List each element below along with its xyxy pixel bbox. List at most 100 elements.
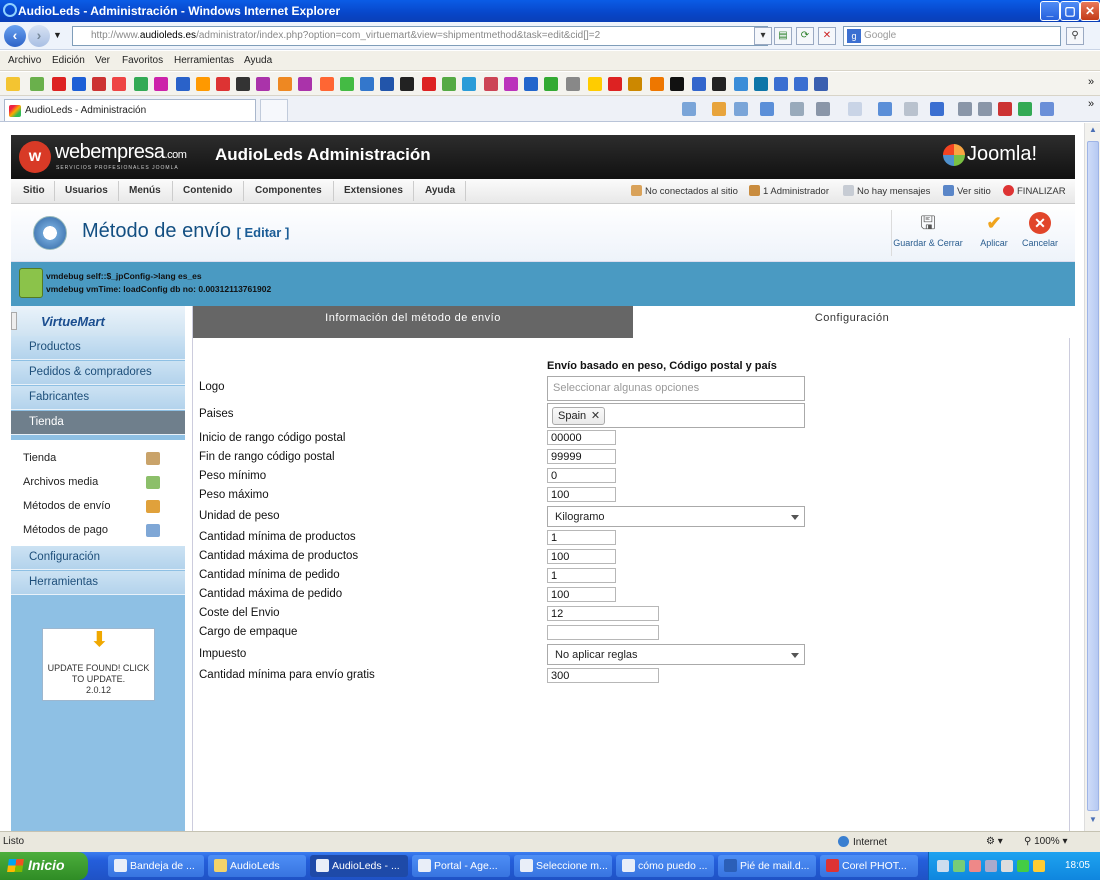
sidebar-item-pedidos[interactable]: Pedidos & compradores [11, 361, 185, 385]
toolbar-icon[interactable] [1018, 102, 1032, 116]
save-close-button[interactable]: 🖫 Guardar & Cerrar [893, 212, 963, 248]
url-dropdown-icon[interactable]: ▾ [754, 27, 772, 45]
favorites-star-icon[interactable] [6, 77, 20, 91]
search-input[interactable]: g Google [843, 26, 1061, 46]
weight-max-input[interactable] [547, 487, 616, 502]
collapse-sidebar-handle[interactable] [11, 312, 17, 330]
bookmark-icon[interactable] [650, 77, 664, 91]
tab-audioleds[interactable]: AudioLeds - Administración [4, 99, 256, 121]
tray-icon[interactable] [1001, 860, 1013, 872]
tray-icon[interactable] [953, 860, 965, 872]
bookmark-icon[interactable] [524, 77, 538, 91]
remove-chip-icon[interactable]: ✕ [591, 409, 600, 422]
maximize-button[interactable]: ▢ [1060, 1, 1080, 21]
start-button[interactable]: Inicio [0, 852, 88, 880]
toolbar-icon[interactable] [1040, 102, 1054, 116]
menu-ayuda[interactable]: Ayuda [425, 185, 455, 196]
bookmark-icon[interactable] [754, 77, 768, 91]
sidebar-item-fabricantes[interactable]: Fabricantes [11, 386, 185, 410]
menu-sitio[interactable]: Sitio [23, 185, 45, 196]
tab-informacion[interactable]: Información del método de envío [193, 306, 633, 338]
page-icon[interactable] [848, 102, 862, 116]
tray-icon[interactable] [1033, 860, 1045, 872]
bookmark-icon[interactable] [774, 77, 788, 91]
bookmark-icon[interactable] [154, 77, 168, 91]
history-dropdown-icon[interactable]: ▼ [53, 30, 62, 40]
bookmark-icon[interactable] [566, 77, 580, 91]
zip-end-input[interactable] [547, 449, 616, 464]
bookmark-icon[interactable] [400, 77, 414, 91]
bookmark-icon[interactable] [176, 77, 190, 91]
logo-select[interactable]: Seleccionar algunas opciones [547, 376, 805, 401]
stop-icon[interactable]: ✕ [818, 27, 836, 45]
more-commands-icon[interactable]: » [1088, 98, 1094, 110]
free-min-input[interactable] [547, 668, 659, 683]
countries-select[interactable]: Spain ✕ [547, 403, 805, 428]
mail-icon[interactable] [734, 102, 748, 116]
products-min-input[interactable] [547, 530, 616, 545]
zoom-icon[interactable] [760, 102, 774, 116]
menu-menus[interactable]: Menús [129, 185, 161, 196]
sidebar-item-productos[interactable]: Productos [11, 336, 185, 360]
bookmark-icon[interactable] [30, 77, 44, 91]
sidebar-item-configuracion[interactable]: Configuración [11, 546, 185, 570]
sidebar-item-tienda[interactable]: Tienda [11, 411, 185, 435]
bookmark-icon[interactable] [734, 77, 748, 91]
refresh-icon[interactable]: ⟳ [796, 27, 814, 45]
menu-edicion[interactable]: Edición [52, 55, 85, 66]
cost-input[interactable] [547, 606, 659, 621]
tray-icon[interactable] [1017, 860, 1029, 872]
scrollbar-thumb[interactable] [1087, 141, 1099, 811]
tab-configuracion[interactable]: Configuración [633, 306, 1071, 338]
close-button[interactable]: ✕ [1080, 1, 1100, 21]
print-icon[interactable] [816, 102, 830, 116]
bookmark-icon[interactable] [608, 77, 622, 91]
bookmark-icon[interactable] [134, 77, 148, 91]
weight-min-input[interactable] [547, 468, 616, 483]
toolbar-icon[interactable] [958, 102, 972, 116]
bookmark-icon[interactable] [52, 77, 66, 91]
home-icon[interactable] [682, 102, 696, 116]
task-audioleds-folder[interactable]: AudioLeds [208, 855, 306, 877]
menu-herramientas[interactable]: Herramientas [174, 55, 234, 66]
bookmark-icon[interactable] [712, 77, 726, 91]
more-bookmarks-icon[interactable]: » [1088, 76, 1094, 88]
toolbar-icon[interactable] [998, 102, 1012, 116]
search-icon[interactable]: ⚲ [1066, 27, 1084, 45]
tray-icon[interactable] [937, 860, 949, 872]
bookmark-icon[interactable] [588, 77, 602, 91]
view-site-link[interactable]: Ver sitio [943, 185, 991, 197]
task-seleccione[interactable]: Seleccione m... [514, 855, 612, 877]
bookmark-icon[interactable] [504, 77, 518, 91]
task-como-puedo[interactable]: cómo puedo ... [616, 855, 714, 877]
menu-componentes[interactable]: Componentes [255, 185, 322, 196]
tax-select[interactable]: No aplicar reglas [547, 644, 805, 665]
zoom-control[interactable]: ⚲ 100% ▾ [1024, 836, 1068, 847]
products-max-input[interactable] [547, 549, 616, 564]
task-pie-de-mail[interactable]: Pié de mail.d... [718, 855, 816, 877]
menu-ver[interactable]: Ver [95, 55, 110, 66]
feeds-icon[interactable] [712, 102, 726, 116]
task-audioleds-ie[interactable]: AudioLeds - ... [310, 855, 408, 877]
bookmark-icon[interactable] [544, 77, 558, 91]
bookmark-icon[interactable] [484, 77, 498, 91]
mail-icon[interactable] [790, 102, 804, 116]
bookmark-icon[interactable] [92, 77, 106, 91]
bookmark-icon[interactable] [340, 77, 354, 91]
bookmark-icon[interactable] [320, 77, 334, 91]
bookmark-icon[interactable] [380, 77, 394, 91]
submenu-archivos-media[interactable]: Archivos media [23, 476, 98, 488]
logout-link[interactable]: FINALIZAR [1003, 185, 1066, 197]
tray-icon[interactable] [985, 860, 997, 872]
bookmark-icon[interactable] [298, 77, 312, 91]
sidebar-item-herramientas[interactable]: Herramientas [11, 571, 185, 595]
weight-unit-select[interactable]: Kilogramo [547, 506, 805, 527]
task-corel[interactable]: Corel PHOT... [820, 855, 918, 877]
submenu-metodos-pago[interactable]: Métodos de pago [23, 524, 108, 536]
bookmark-icon[interactable] [628, 77, 642, 91]
compat-view-icon[interactable]: ▤ [774, 27, 792, 45]
vertical-scrollbar[interactable]: ▲ ▼ [1084, 123, 1100, 831]
menu-usuarios[interactable]: Usuarios [65, 185, 108, 196]
help-icon[interactable] [930, 102, 944, 116]
menu-favoritos[interactable]: Favoritos [122, 55, 163, 66]
